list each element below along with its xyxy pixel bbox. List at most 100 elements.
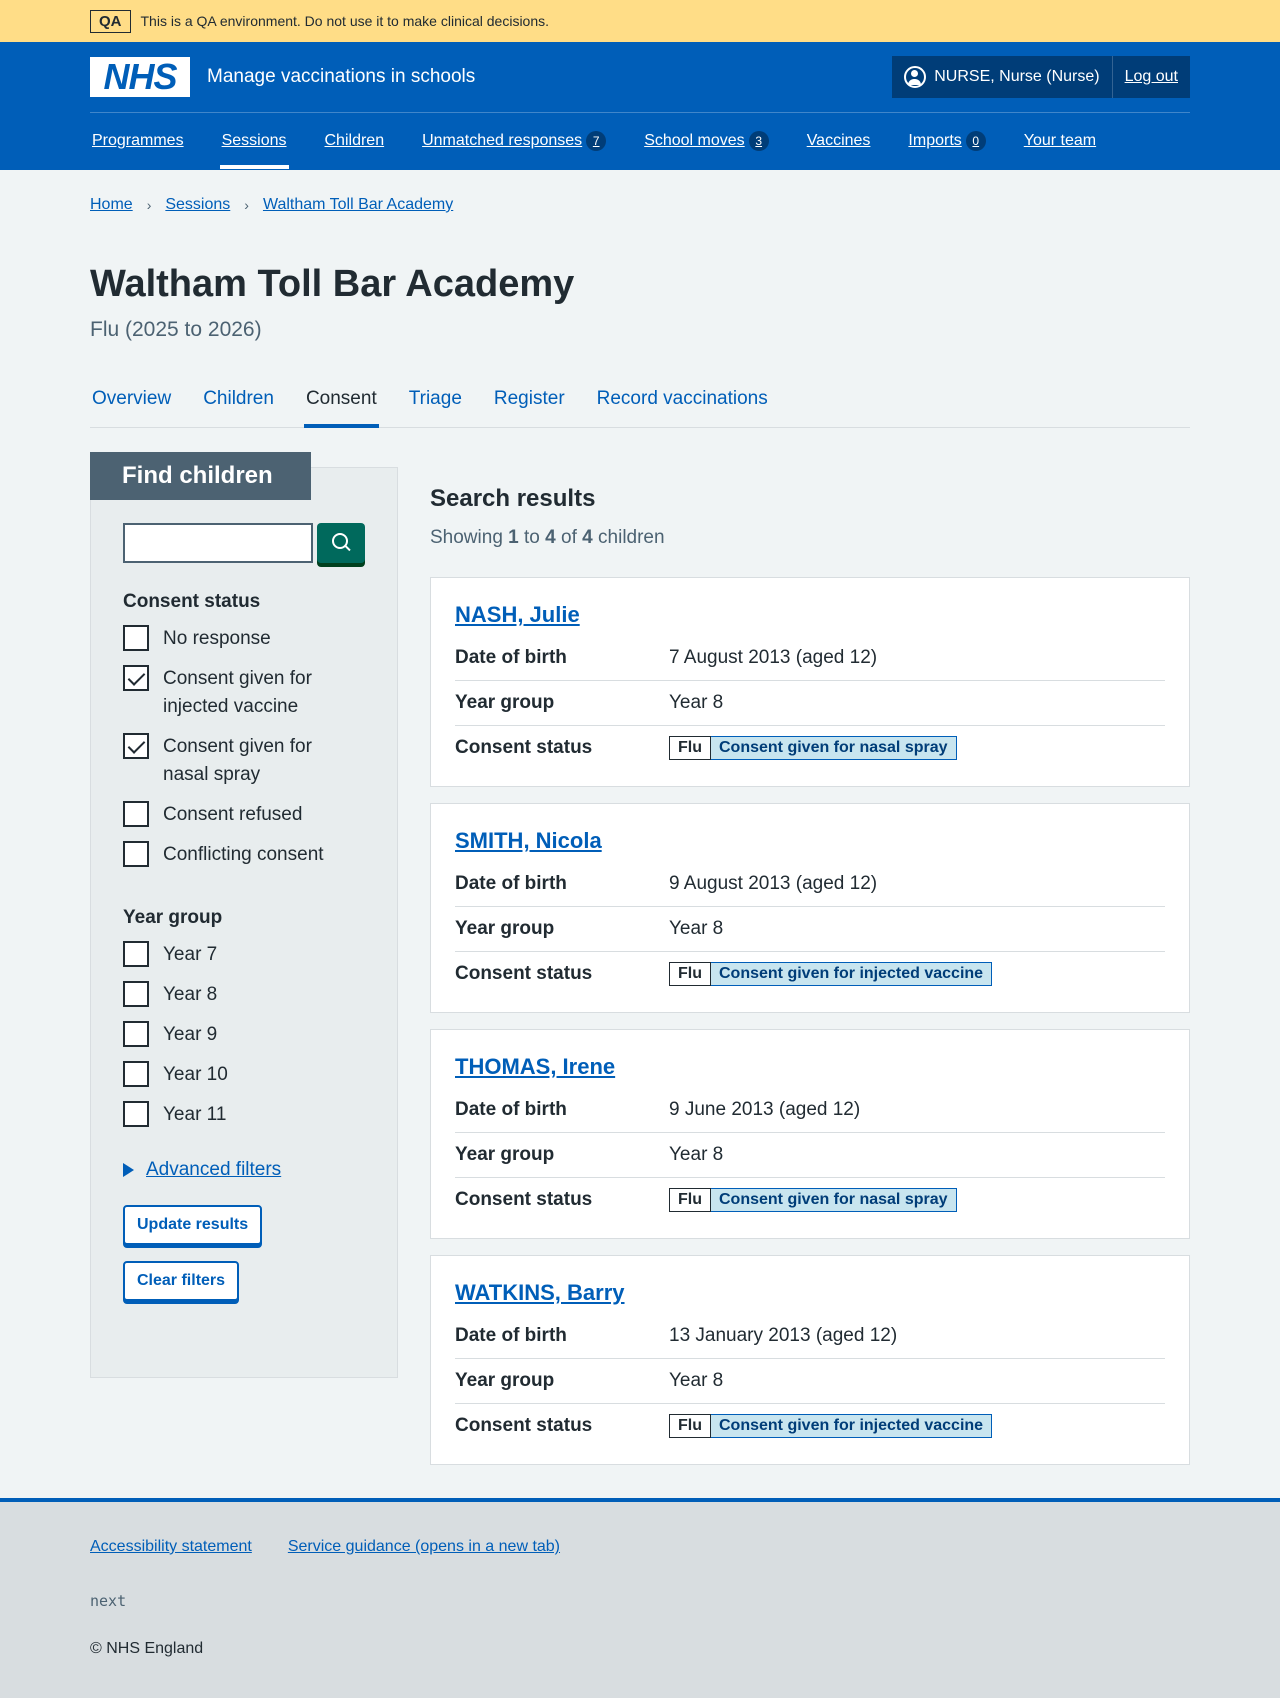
breadcrumb-school[interactable]: Waltham Toll Bar Academy <box>263 196 453 214</box>
advanced-filters-toggle[interactable]: Advanced filters <box>123 1159 397 1181</box>
checkbox-year-10[interactable]: Year 10 <box>123 1060 397 1089</box>
consent-status-tag: Consent given for nasal spray <box>711 1188 957 1213</box>
programme-tag: Flu <box>669 736 711 761</box>
of-word: of <box>561 526 577 548</box>
tab-record-vaccinations[interactable]: Record vaccinations <box>595 388 770 427</box>
nav-children[interactable]: Children <box>323 113 387 169</box>
filters-panel: Find children Consent status No response… <box>90 451 398 1378</box>
breadcrumb-sessions[interactable]: Sessions <box>165 196 230 214</box>
child-card: SMITH, Nicola Date of birth 9 August 2013… <box>430 802 1190 1013</box>
search-results: Search results Showing 1 to 4 of 4 child… <box>430 452 1190 1481</box>
page-title: Waltham Toll Bar Academy <box>90 263 575 305</box>
checkbox-label: No response <box>163 627 271 649</box>
service-name[interactable]: Manage vaccinations in schools <box>207 66 475 88</box>
checkbox-label: Year 9 <box>163 1023 218 1045</box>
checkbox-year-7[interactable]: Year 7 <box>123 940 397 969</box>
account-user: NURSE, Nurse (Nurse) <box>892 56 1113 98</box>
copyright: © NHS England <box>90 1640 204 1657</box>
user-icon <box>904 66 927 88</box>
checkbox-checked[interactable] <box>123 664 149 691</box>
results-count: Showing 1 to 4 of 4 children <box>430 527 1190 549</box>
checkbox-checked[interactable] <box>123 732 149 759</box>
session-tabs: Overview Children Consent Triage Registe… <box>90 388 1190 428</box>
checkbox-year-11[interactable]: Year 11 <box>123 1100 397 1129</box>
logout-link[interactable]: Log out <box>1113 68 1190 86</box>
chevron-right-icon: › <box>146 197 152 213</box>
advanced-filters-link[interactable]: Advanced filters <box>146 1159 281 1181</box>
checkbox[interactable] <box>123 1060 149 1087</box>
nav-your-team[interactable]: Your team <box>1022 113 1098 169</box>
results-from: 1 <box>508 526 519 548</box>
nav-unmatched-responses[interactable]: Unmatched responses 7 <box>420 113 608 169</box>
checkbox[interactable] <box>123 800 149 827</box>
nav-label: Imports <box>908 132 962 149</box>
consent-status-tag: Consent given for injected vaccine <box>711 962 993 987</box>
year-group: Year 8 <box>669 691 724 713</box>
child-name-link[interactable]: WATKINS, Barry <box>455 1280 625 1306</box>
results-total: 4 <box>582 526 593 548</box>
breadcrumb: Home › Sessions › Waltham Toll Bar Acade… <box>90 170 1190 214</box>
checkbox-label: Year 8 <box>163 983 218 1005</box>
nav-label: Vaccines <box>806 132 871 149</box>
tab-consent[interactable]: Consent <box>303 388 379 428</box>
checkbox[interactable] <box>123 1020 149 1047</box>
footer-link-service-guidance[interactable]: Service guidance (opens in a new tab) <box>288 1538 560 1556</box>
checkbox-consent-refused[interactable]: Consent refused <box>123 800 397 829</box>
child-name-link[interactable]: SMITH, Nicola <box>455 828 602 854</box>
user-name: NURSE, Nurse (Nurse) <box>934 68 1100 85</box>
child-card: THOMAS, Irene Date of birth 9 June 2013 (… <box>430 1028 1190 1239</box>
page-caption: Flu (2025 to 2026) <box>90 317 262 341</box>
row-label: Year group <box>455 1143 555 1165</box>
checkbox[interactable] <box>123 624 149 651</box>
year-group-legend: Year group <box>123 906 223 928</box>
tab-children[interactable]: Children <box>201 388 276 427</box>
qa-banner: QA This is a QA environment. Do not use … <box>0 0 1280 42</box>
checkbox-consent-nasal[interactable]: Consent given for nasal spray <box>123 732 397 789</box>
checkbox-year-9[interactable]: Year 9 <box>123 1020 397 1049</box>
nhs-logo[interactable]: NHS <box>90 57 190 97</box>
checkbox-year-8[interactable]: Year 8 <box>123 980 397 1009</box>
checkbox[interactable] <box>123 840 149 867</box>
search-input[interactable] <box>123 522 313 563</box>
row-label: Date of birth <box>455 1324 567 1346</box>
row-label: Year group <box>455 691 555 713</box>
checkbox[interactable] <box>123 1100 149 1127</box>
year-group: Year 8 <box>669 1369 724 1391</box>
nav-school-moves[interactable]: School moves 3 <box>642 113 771 169</box>
checkbox-label: Consent given for nasal spray <box>163 735 312 785</box>
checkbox-label: Year 7 <box>163 943 218 965</box>
checkbox-label: Consent given for injected vaccine <box>163 667 312 717</box>
checkbox-no-response[interactable]: No response <box>123 624 397 653</box>
checkbox-conflicting-consent[interactable]: Conflicting consent <box>123 840 397 869</box>
clear-filters-button[interactable]: Clear filters <box>123 1260 240 1301</box>
checkbox[interactable] <box>123 940 149 967</box>
child-name-link[interactable]: THOMAS, Irene <box>455 1054 615 1080</box>
child-name-link[interactable]: NASH, Julie <box>455 602 580 628</box>
nav-label: Unmatched responses <box>422 132 583 149</box>
year-group: Year 8 <box>669 1143 724 1165</box>
nav-label: Your team <box>1023 132 1097 149</box>
checkbox-label: Year 11 <box>163 1103 227 1125</box>
nav-sessions[interactable]: Sessions <box>219 113 289 169</box>
tab-overview[interactable]: Overview <box>90 388 173 427</box>
count-badge: 7 <box>586 131 607 151</box>
checkbox[interactable] <box>123 980 149 1007</box>
programme-tag: Flu <box>669 962 711 987</box>
row-label: Year group <box>455 1369 555 1391</box>
checkbox-consent-injected[interactable]: Consent given for injected vaccine <box>123 664 397 721</box>
tab-triage[interactable]: Triage <box>407 388 464 427</box>
child-card: NASH, Julie Date of birth 7 August 2013 (… <box>430 576 1190 787</box>
primary-nav: Programmes Sessions Children Unmatched r… <box>90 113 1190 169</box>
footer-link-accessibility[interactable]: Accessibility statement <box>90 1538 252 1556</box>
checkbox-label: Conflicting consent <box>163 843 324 865</box>
row-label: Consent status <box>455 1189 593 1211</box>
nav-imports[interactable]: Imports 0 <box>906 113 987 169</box>
row-label: Date of birth <box>455 872 567 894</box>
update-results-button[interactable]: Update results <box>123 1204 263 1245</box>
tab-register[interactable]: Register <box>492 388 567 427</box>
search-button[interactable] <box>317 522 365 563</box>
breadcrumb-home[interactable]: Home <box>90 196 133 214</box>
checkbox-label: Year 10 <box>163 1063 228 1085</box>
nav-programmes[interactable]: Programmes <box>90 113 186 169</box>
nav-vaccines[interactable]: Vaccines <box>805 113 873 169</box>
